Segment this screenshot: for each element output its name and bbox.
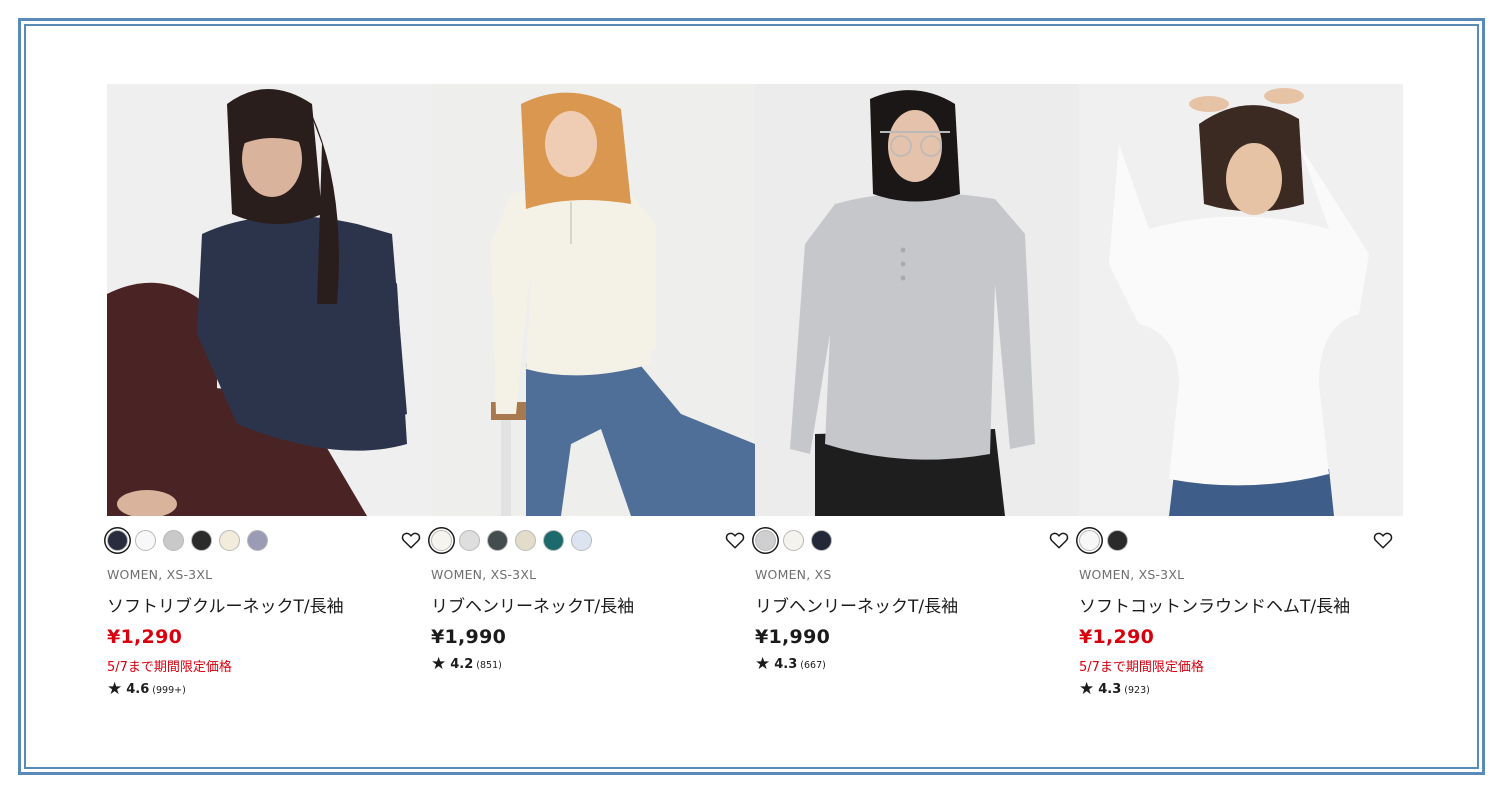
rating-score: 4.2 — [450, 657, 474, 672]
product-name[interactable]: リブヘンリーネックT/長袖 — [755, 592, 958, 617]
rating-score: 4.3 — [774, 657, 798, 672]
product-price: ¥1,990 — [755, 626, 831, 648]
product-rating: ★ 4.3 (923) — [1079, 678, 1150, 699]
rating-score: 4.6 — [126, 682, 150, 697]
color-swatch[interactable] — [783, 529, 804, 551]
product-rating: ★ 4.3 (667) — [755, 653, 826, 674]
product-price: ¥1,290 — [107, 626, 183, 648]
color-swatch[interactable] — [459, 529, 480, 551]
color-swatch[interactable] — [107, 529, 128, 551]
color-swatch[interactable] — [543, 529, 564, 551]
model-photo-illustration — [107, 84, 431, 516]
color-swatch[interactable] — [487, 529, 508, 551]
heart-outline-icon — [1049, 532, 1069, 549]
product-card[interactable]: WOMEN, XS-3XL ソフトコットンラウンドヘムT/長袖 ¥1,290 5… — [1079, 84, 1403, 704]
star-icon: ★ — [1079, 679, 1095, 699]
product-image[interactable] — [431, 84, 755, 516]
model-photo-illustration — [755, 84, 1079, 516]
color-swatch[interactable] — [755, 529, 776, 551]
color-swatch[interactable] — [571, 529, 592, 551]
color-swatch[interactable] — [247, 529, 268, 551]
star-icon: ★ — [755, 654, 771, 674]
review-count: (851) — [476, 660, 502, 671]
product-category: WOMEN, XS-3XL — [431, 567, 537, 582]
color-swatch-row — [1079, 528, 1403, 552]
model-photo-illustration — [431, 84, 755, 516]
product-image[interactable] — [107, 84, 431, 516]
product-grid: WOMEN, XS-3XL ソフトリブクルーネックT/長袖 ¥1,290 5/7… — [107, 84, 1403, 704]
star-icon: ★ — [431, 654, 447, 674]
product-card[interactable]: WOMEN, XS リブヘンリーネックT/長袖 ¥1,990 ★ 4.3 (66… — [755, 84, 1079, 704]
favorite-button[interactable] — [723, 528, 747, 552]
color-swatch[interactable] — [515, 529, 536, 551]
product-category: WOMEN, XS-3XL — [107, 567, 213, 582]
product-category: WOMEN, XS-3XL — [1079, 567, 1185, 582]
review-count: (999+) — [152, 685, 186, 696]
color-swatch[interactable] — [1079, 529, 1100, 551]
favorite-button[interactable] — [399, 528, 423, 552]
product-category: WOMEN, XS — [755, 567, 832, 582]
color-swatch[interactable] — [191, 529, 212, 551]
heart-outline-icon — [1373, 532, 1393, 549]
product-price: ¥1,990 — [431, 626, 507, 648]
product-card[interactable]: WOMEN, XS-3XL リブヘンリーネックT/長袖 ¥1,990 ★ 4.2… — [431, 84, 755, 704]
color-swatch[interactable] — [431, 529, 452, 551]
rating-score: 4.3 — [1098, 682, 1122, 697]
promo-text: 5/7まで期間限定価格 — [1079, 660, 1204, 675]
color-swatch-row — [431, 528, 755, 552]
color-swatch[interactable] — [811, 529, 832, 551]
color-swatch[interactable] — [163, 529, 184, 551]
product-name[interactable]: ソフトリブクルーネックT/長袖 — [107, 592, 344, 617]
product-card[interactable]: WOMEN, XS-3XL ソフトリブクルーネックT/長袖 ¥1,290 5/7… — [107, 84, 431, 704]
product-image[interactable] — [1079, 84, 1403, 516]
heart-outline-icon — [725, 532, 745, 549]
star-icon: ★ — [107, 679, 123, 699]
review-count: (667) — [800, 660, 826, 671]
favorite-button[interactable] — [1371, 528, 1395, 552]
color-swatch[interactable] — [135, 529, 156, 551]
heart-outline-icon — [401, 532, 421, 549]
product-image[interactable] — [755, 84, 1079, 516]
favorite-button[interactable] — [1047, 528, 1071, 552]
product-name[interactable]: ソフトコットンラウンドヘムT/長袖 — [1079, 592, 1350, 617]
color-swatch[interactable] — [219, 529, 240, 551]
product-name[interactable]: リブヘンリーネックT/長袖 — [431, 592, 634, 617]
product-price: ¥1,290 — [1079, 626, 1155, 648]
color-swatch-row — [107, 528, 431, 552]
color-swatch[interactable] — [1107, 529, 1128, 551]
color-swatch-row — [755, 528, 1079, 552]
promo-text: 5/7まで期間限定価格 — [107, 660, 232, 675]
review-count: (923) — [1124, 685, 1150, 696]
model-photo-illustration — [1079, 84, 1403, 516]
product-rating: ★ 4.2 (851) — [431, 653, 502, 674]
product-rating: ★ 4.6 (999+) — [107, 678, 186, 699]
